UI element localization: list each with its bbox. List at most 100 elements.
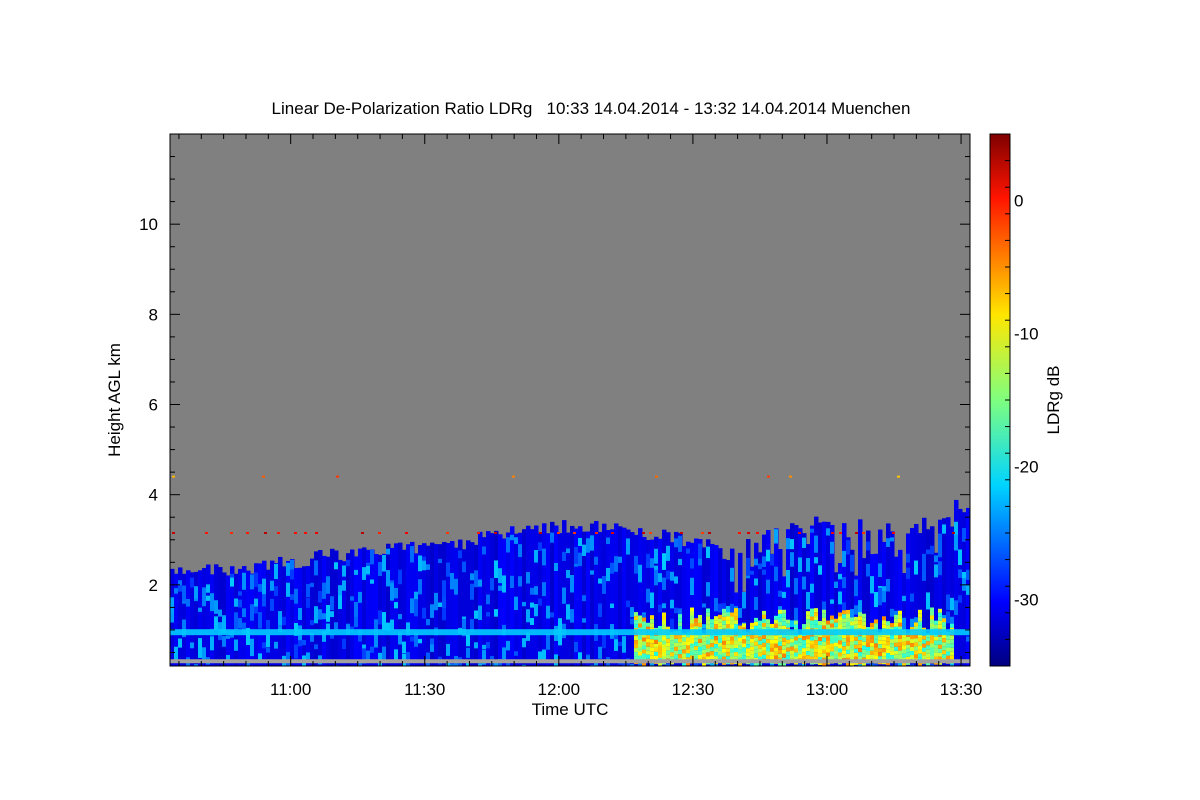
high-ldr-cell bbox=[786, 619, 790, 624]
high-ldr-cell bbox=[898, 646, 902, 651]
high-ldr-cell bbox=[922, 639, 926, 644]
high-ldr-cell bbox=[710, 639, 714, 644]
signal-speckle bbox=[214, 616, 218, 630]
high-ldr-cell bbox=[746, 636, 750, 641]
high-ldr-cell bbox=[874, 647, 878, 652]
signal-speckle bbox=[218, 609, 222, 617]
high-ldr-cell bbox=[806, 651, 810, 656]
high-ldr-cell bbox=[794, 644, 798, 649]
signal-speckle bbox=[562, 551, 566, 561]
high-ldr-cell bbox=[830, 655, 834, 660]
high-ldr-cell bbox=[658, 641, 662, 646]
signal-column bbox=[490, 533, 495, 666]
signal-speckle bbox=[374, 619, 378, 630]
high-ldr-cell bbox=[910, 647, 914, 652]
signal-speckle bbox=[890, 608, 894, 617]
high-ldr-cell bbox=[678, 642, 682, 647]
signal-speckle bbox=[202, 647, 206, 660]
signal-speckle bbox=[618, 556, 622, 563]
high-ldr-cell bbox=[906, 648, 910, 653]
signal-speckle bbox=[858, 663, 862, 666]
high-ldr-cell bbox=[746, 644, 750, 649]
signal-speckle bbox=[502, 575, 506, 593]
high-ldr-cell bbox=[710, 647, 714, 652]
high-ldr-cell bbox=[674, 650, 678, 655]
signal-speckle bbox=[438, 558, 442, 564]
high-ldr-cell bbox=[714, 616, 718, 621]
high-ldr-cell bbox=[858, 616, 862, 621]
colorbar-tick-label: -30 bbox=[1014, 591, 1039, 610]
high-ldr-cell bbox=[770, 635, 774, 640]
high-ldr-cell bbox=[638, 655, 642, 660]
high-ldr-cell bbox=[834, 638, 838, 643]
high-ldr-cell bbox=[650, 623, 654, 628]
signal-speckle bbox=[450, 572, 454, 590]
signal-speckle bbox=[314, 644, 318, 650]
high-ldr-cell bbox=[894, 622, 898, 627]
high-ldr-cell bbox=[642, 641, 646, 646]
high-ldr-cell bbox=[934, 620, 938, 625]
signal-speckle bbox=[186, 599, 190, 607]
signal-speckle bbox=[314, 606, 318, 624]
high-ldr-cell bbox=[870, 654, 874, 659]
high-ldr-cell bbox=[890, 643, 894, 648]
signal-speckle bbox=[690, 558, 694, 569]
signal-speckle bbox=[626, 538, 630, 555]
high-ldr-cell bbox=[722, 640, 726, 645]
high-ldr-cell bbox=[770, 643, 774, 648]
signal-speckle bbox=[686, 548, 690, 554]
high-ldr-cell bbox=[946, 643, 950, 648]
high-ldr-cell bbox=[906, 640, 910, 645]
high-ldr-cell bbox=[726, 648, 730, 653]
high-ldr-cell bbox=[862, 621, 866, 626]
clear-air-dot bbox=[655, 475, 658, 478]
high-ldr-cell bbox=[782, 625, 786, 630]
high-ldr-cell bbox=[946, 655, 950, 660]
high-ldr-cell bbox=[918, 653, 922, 658]
signal-speckle bbox=[290, 594, 294, 600]
signal-column bbox=[534, 525, 539, 666]
signal-speckle bbox=[430, 604, 434, 618]
high-ldr-cell bbox=[898, 622, 902, 627]
high-ldr-cell bbox=[718, 642, 722, 647]
high-ldr-cell bbox=[742, 647, 746, 652]
high-ldr-cell bbox=[938, 648, 942, 653]
signal-speckle bbox=[666, 663, 670, 666]
high-ldr-cell bbox=[682, 637, 686, 642]
signal-speckle bbox=[394, 587, 398, 599]
signal-speckle bbox=[498, 585, 502, 591]
signal-speckle bbox=[258, 612, 262, 629]
high-ldr-cell bbox=[902, 645, 906, 650]
high-ldr-cell bbox=[874, 639, 878, 644]
high-ldr-cell bbox=[662, 612, 666, 617]
high-ldr-cell bbox=[758, 652, 762, 657]
high-ldr-cell bbox=[930, 635, 934, 640]
signal-speckle bbox=[606, 537, 610, 545]
signal-speckle bbox=[534, 604, 538, 617]
signal-speckle bbox=[878, 563, 882, 578]
high-ldr-cell bbox=[646, 646, 650, 651]
signal-speckle bbox=[654, 569, 658, 586]
high-ldr-cell bbox=[918, 609, 922, 614]
signal-speckle bbox=[530, 618, 534, 625]
signal-speckle bbox=[590, 535, 594, 551]
high-ldr-cell bbox=[846, 653, 850, 658]
high-ldr-cell bbox=[790, 654, 794, 659]
high-ldr-cell bbox=[682, 645, 686, 650]
signal-speckle bbox=[298, 640, 302, 647]
high-ldr-cell bbox=[914, 642, 918, 647]
high-ldr-cell bbox=[650, 619, 654, 624]
high-ldr-cell bbox=[914, 622, 918, 627]
high-ldr-cell bbox=[850, 637, 854, 642]
high-ldr-cell bbox=[782, 613, 786, 618]
high-ldr-cell bbox=[766, 655, 770, 660]
high-ldr-cell bbox=[914, 638, 918, 643]
high-ldr-cell bbox=[842, 638, 846, 643]
signal-speckle bbox=[478, 605, 482, 621]
high-ldr-cell bbox=[886, 649, 890, 654]
high-ldr-cell bbox=[750, 646, 754, 651]
signal-speckle bbox=[762, 569, 766, 575]
high-ldr-cell bbox=[734, 636, 738, 641]
high-ldr-cell bbox=[838, 652, 842, 657]
signal-speckle bbox=[410, 546, 414, 563]
